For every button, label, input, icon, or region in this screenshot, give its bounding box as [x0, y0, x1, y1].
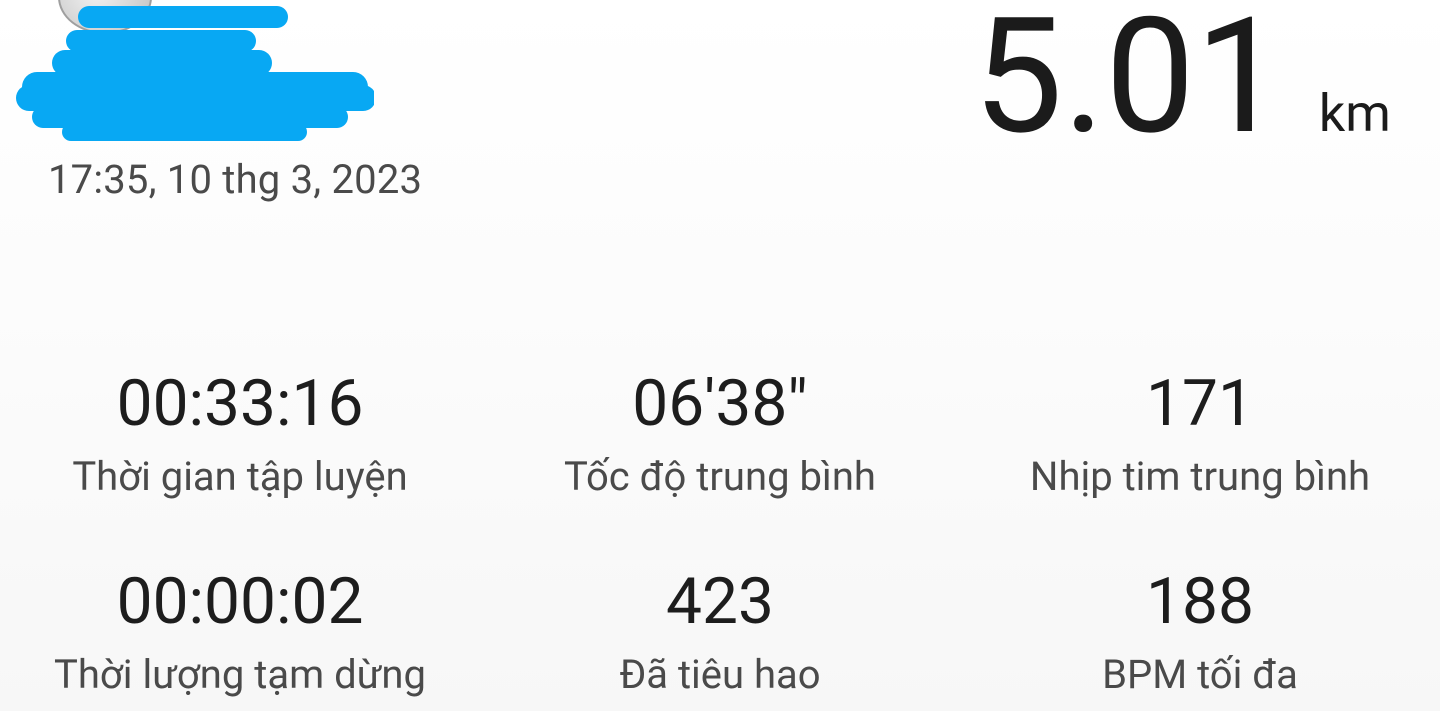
- stat-value: 423: [666, 564, 774, 639]
- stat-max-bpm: 188 BPM tối đa: [960, 567, 1440, 697]
- stat-value: 188: [1146, 564, 1254, 639]
- stat-average-heart-rate: 171 Nhịp tim trung bình: [960, 369, 1440, 499]
- stat-value: 171: [1146, 366, 1254, 441]
- stat-burned: 423 Đã tiêu hao: [480, 567, 960, 697]
- stat-label: Nhịp tim trung bình: [1029, 453, 1371, 500]
- stat-pause-duration: 00:00:02 Thời lượng tạm dừng: [0, 567, 480, 697]
- distance-unit: km: [1318, 83, 1391, 144]
- stat-workout-time: 00:33:16 Thời gian tập luyện: [0, 369, 480, 499]
- stat-label: Thời lượng tạm dừng: [54, 651, 426, 698]
- stat-value: 00:00:02: [116, 564, 364, 639]
- stat-label: Tốc độ trung bình: [564, 453, 876, 500]
- stat-label: BPM tối đa: [1102, 651, 1298, 698]
- workout-datetime: 17:35, 10 thg 3, 2023: [48, 156, 423, 203]
- workout-header: 17:35, 10 thg 3, 2023 5.01 km: [0, 0, 1440, 230]
- stat-label: Thời gian tập luyện: [72, 453, 408, 500]
- distance-summary: 5.01 km: [973, 0, 1391, 158]
- stat-label: Đã tiêu hao: [619, 651, 821, 698]
- stat-value: 06'38": [632, 366, 808, 441]
- stat-value: 00:33:16: [116, 366, 364, 441]
- distance-value: 5.01: [973, 0, 1285, 171]
- redaction-scribble: [16, 6, 374, 141]
- stat-average-speed: 06'38" Tốc độ trung bình: [480, 369, 960, 499]
